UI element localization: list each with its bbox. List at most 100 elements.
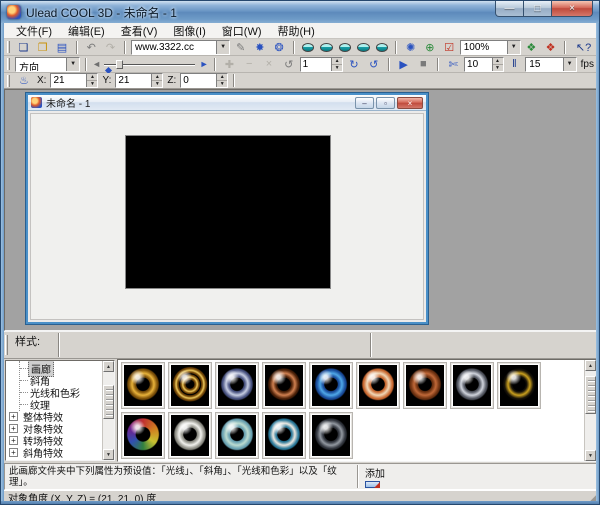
toolbar-grip[interactable]	[7, 41, 10, 53]
close-button[interactable]: ×	[551, 1, 593, 17]
tree-item-1[interactable]: 画廊	[6, 362, 102, 374]
gallery-thumbnail-dark-bolt-flange[interactable]	[309, 412, 353, 459]
play-icon[interactable]: ▶	[395, 57, 413, 72]
open-icon[interactable]: ❐	[34, 40, 51, 55]
spin-up-icon[interactable]: ▲	[332, 58, 342, 65]
render-quality-icon[interactable]: ❖	[523, 40, 540, 55]
scroll-down-icon[interactable]: ▼	[585, 450, 596, 461]
gallery-thumbnail-aqua-glass-torus[interactable]	[215, 412, 259, 459]
edit-text-icon[interactable]: ✎	[232, 40, 249, 55]
context-help-icon[interactable]: ↖?	[571, 40, 596, 55]
snap-check-icon[interactable]: ☑	[441, 40, 458, 55]
document-restore-button[interactable]: ▫	[376, 97, 395, 109]
tree-item-8[interactable]: +斜角特效	[6, 446, 102, 458]
spin-down-icon[interactable]: ▼	[332, 65, 342, 71]
undo-icon[interactable]: ↶	[83, 40, 100, 55]
menu-item-3[interactable]: 查看(V)	[113, 23, 166, 39]
fps-combobox[interactable]: 15 ▼	[525, 57, 576, 72]
tree-scrollbar-thumb[interactable]	[103, 385, 114, 419]
add-keyframe-icon[interactable]: ✚	[221, 57, 239, 72]
spin-down-icon[interactable]: ▼	[152, 81, 162, 87]
gallery-scrollbar[interactable]: ▲ ▼	[584, 360, 596, 461]
gallery-thumbnail-copper-ring[interactable]	[262, 362, 306, 409]
insert-graphics-icon[interactable]: ✸	[251, 40, 268, 55]
chevron-down-icon[interactable]: ▼	[507, 41, 520, 54]
zoom-combobox[interactable]: 100% ▼	[460, 40, 521, 55]
export-image-icon[interactable]	[302, 43, 314, 52]
url-combobox[interactable]: www.3322.cc ▼	[131, 40, 230, 55]
toolbar-grip[interactable]	[7, 75, 10, 87]
tree-item-3[interactable]: 光线和色彩	[6, 386, 102, 398]
direction-combobox[interactable]: 方向 ▼	[15, 57, 80, 72]
new-icon[interactable]: ❏	[15, 40, 32, 55]
delete-keyframe-icon[interactable]: −	[240, 57, 258, 72]
export-video-icon[interactable]	[339, 43, 351, 52]
tree-expand-icon[interactable]: +	[9, 448, 18, 457]
spin-down-icon[interactable]: ▼	[87, 81, 97, 87]
render-mode-icon[interactable]: ❖	[542, 40, 559, 55]
document-minimize-button[interactable]: –	[355, 97, 374, 109]
bounce-icon[interactable]: ↺	[365, 57, 383, 72]
object-tool-icon[interactable]: ♨	[15, 73, 33, 88]
tree-expand-icon[interactable]: +	[9, 424, 18, 433]
keyframe-slider[interactable]: ◄ ►	[92, 57, 208, 72]
export-animation-icon[interactable]	[320, 43, 332, 52]
globe-icon[interactable]: ⊕	[421, 40, 438, 55]
spin-up-icon[interactable]: ▲	[493, 58, 503, 65]
frame-control-icon[interactable]: ✄	[444, 57, 462, 72]
export-mail-icon[interactable]	[376, 43, 388, 52]
gallery-thumbnail-slotted-steel-ring[interactable]	[450, 362, 494, 409]
slider-start-icon[interactable]: ◄	[92, 59, 101, 69]
gallery-scrollbar-thumb[interactable]	[585, 376, 596, 414]
menu-item-6[interactable]: 帮助(H)	[270, 23, 323, 39]
tree-expand-icon[interactable]: +	[9, 436, 18, 445]
object-style-icon[interactable]: ❂	[271, 40, 288, 55]
y-angle-spinner[interactable]: 21 ▲▼	[115, 73, 163, 88]
stop-icon[interactable]: ■	[414, 57, 432, 72]
document-window[interactable]: 未命名 - 1 – ▫ ×	[26, 93, 428, 324]
magic-wand-icon[interactable]: ✺	[402, 40, 419, 55]
gallery-thumbnail-gold-camo-torus[interactable]	[497, 362, 541, 409]
spin-down-icon[interactable]: ▼	[493, 65, 503, 71]
gallery-thumbnail-blue-textured-torus[interactable]	[309, 362, 353, 409]
chevron-down-icon[interactable]: ▼	[66, 58, 79, 71]
gallery-thumbnail-orange-swirl-torus[interactable]	[356, 362, 400, 409]
minimize-button[interactable]: —	[495, 1, 524, 17]
scroll-down-icon[interactable]: ▼	[103, 449, 114, 460]
spin-down-icon[interactable]: ▼	[217, 81, 227, 87]
scroll-up-icon[interactable]: ▲	[103, 361, 114, 372]
loop-icon[interactable]: ↻	[345, 57, 363, 72]
gallery-thumbnail-white-teal-torus[interactable]	[262, 412, 306, 459]
menu-item-4[interactable]: 图像(I)	[165, 23, 213, 39]
maximize-button[interactable]: □	[524, 1, 551, 17]
chevron-down-icon[interactable]: ▼	[563, 58, 576, 71]
slider-end-icon[interactable]: ►	[200, 59, 209, 69]
clear-keyframe-icon[interactable]: ×	[260, 57, 278, 72]
reverse-icon[interactable]: ↺	[280, 57, 298, 72]
tree-scrollbar[interactable]: ▲ ▼	[102, 361, 114, 460]
redo-icon[interactable]: ↷	[102, 40, 119, 55]
gallery-thumbnail-gold-torus[interactable]	[121, 362, 165, 409]
gallery-thumbnail-rust-flange[interactable]	[403, 362, 447, 409]
menu-item-5[interactable]: 窗口(W)	[214, 23, 270, 39]
chevron-down-icon[interactable]: ▼	[216, 41, 229, 54]
document-title-bar[interactable]: 未命名 - 1 – ▫ ×	[28, 95, 426, 111]
render-canvas[interactable]	[125, 135, 331, 289]
tree-expand-icon[interactable]: +	[9, 412, 18, 421]
title-bar[interactable]: Ulead COOL 3D - 未命名 - 1 — □ ×	[1, 1, 600, 23]
toolbar-grip[interactable]	[7, 58, 10, 70]
toolbar-grip[interactable]	[5, 335, 8, 355]
save-icon[interactable]: ▤	[53, 40, 70, 55]
scroll-up-icon[interactable]: ▲	[585, 360, 596, 371]
gallery-thumbnail-stained-glass-torus[interactable]	[121, 412, 165, 459]
duration-spinner[interactable]: 10 ▲▼	[464, 57, 503, 72]
menu-item-2[interactable]: 编辑(E)	[60, 23, 113, 39]
x-angle-spinner[interactable]: 21 ▲▼	[50, 73, 98, 88]
z-angle-spinner[interactable]: 0 ▲▼	[180, 73, 228, 88]
export-web-icon[interactable]	[357, 43, 369, 52]
gallery-thumbnail-white-screw-ring[interactable]	[168, 412, 212, 459]
spin-up-icon[interactable]: ▲	[217, 74, 227, 81]
spin-up-icon[interactable]: ▲	[87, 74, 97, 81]
document-close-button[interactable]: ×	[397, 97, 423, 109]
slider-thumb[interactable]	[116, 60, 123, 69]
